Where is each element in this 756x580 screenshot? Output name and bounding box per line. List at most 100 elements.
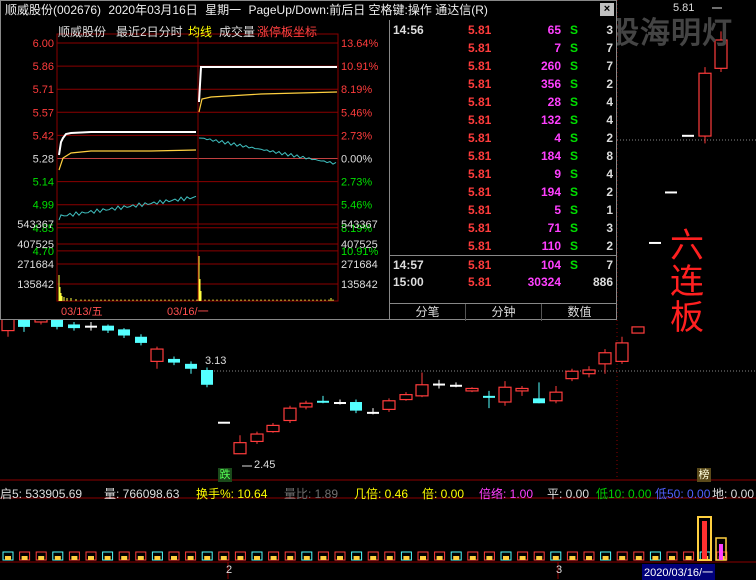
- tick-volume: 5: [554, 203, 561, 217]
- volume-bar-fill: [38, 556, 45, 560]
- tick-count: 7: [606, 258, 613, 272]
- tick-side: S: [570, 258, 579, 272]
- tab-ticks[interactable]: 分笔: [390, 304, 466, 321]
- tick-count: 1: [606, 203, 613, 217]
- volume-bar-fill: [602, 556, 609, 560]
- volume-bar-fill: [5, 556, 11, 560]
- candle-body: [533, 398, 545, 404]
- volume-bar-fill: [403, 556, 410, 560]
- date-label: 03/16/一: [167, 306, 209, 318]
- candle-body: [68, 324, 80, 329]
- axis-label-2: 2: [226, 564, 233, 576]
- six-limit-up-annotation: 六连板: [670, 226, 704, 338]
- tick-price: 5.81: [468, 41, 492, 55]
- candle-body: [350, 402, 362, 411]
- volume-bar-fill: [154, 556, 161, 560]
- candle-body: [450, 384, 462, 387]
- volume-bar-fill: [171, 556, 177, 560]
- candle-body: [682, 134, 694, 137]
- volume-bar-fill: [287, 556, 294, 560]
- pct-tick-label: 2.73%: [341, 130, 372, 142]
- tick-side: S: [570, 77, 579, 91]
- tick-side: S: [570, 221, 579, 235]
- bang-label: 榜: [697, 468, 711, 482]
- candle-body: [565, 370, 579, 380]
- volume-bar-fill: [71, 556, 78, 560]
- jibei-indicator: 几倍: 0.46: [354, 487, 409, 501]
- tick-volume: 28: [547, 95, 561, 109]
- candle-body: [649, 241, 661, 244]
- volume-bar-fill: [104, 556, 111, 560]
- tick-side: S: [570, 95, 579, 109]
- tab-minutes[interactable]: 分钟: [466, 304, 542, 321]
- tick-row: 5.81 9 S 4: [390, 165, 617, 183]
- ping-indicator: 平: 0.00: [547, 487, 590, 501]
- title-hint: PageUp/Down:前后日 空格键:操作 通达信(R): [248, 3, 488, 17]
- volume-bar-fill: [503, 556, 509, 560]
- tick-volume: 30324: [527, 275, 561, 289]
- price-tick-label: 5.57: [33, 107, 54, 119]
- volume-ratio-indicator: 量比: 1.89: [284, 487, 339, 501]
- candle-body: [201, 370, 213, 385]
- candle-body: [465, 387, 479, 392]
- volume-bar-highlight-fill: [702, 521, 707, 559]
- tick-row: 15:00 5.81 30324 886: [390, 273, 617, 291]
- limit-label[interactable]: 涨停板坐标: [257, 23, 317, 40]
- tick-side: S: [570, 149, 579, 163]
- tick-price: 5.81: [468, 113, 492, 127]
- price-tick-label: 5.42: [33, 130, 54, 142]
- intraday-chart[interactable]: 6.00 13.64% 5.86 10.91% 5.71 8.19% 5.57 5.46% 5.…: [1, 20, 389, 320]
- tab-values[interactable]: 数值: [542, 304, 617, 321]
- tick-side: S: [570, 131, 579, 145]
- popup-title-bar[interactable]: 顺威股份(002676) 2020年03月16日 星期一 PageUp/Down…: [1, 1, 616, 19]
- tab-bar: 分笔 分钟 数值: [390, 303, 617, 321]
- candle-body: [233, 442, 247, 455]
- tick-side: S: [570, 113, 579, 127]
- price-tick-label: 6.00: [33, 38, 54, 50]
- volume-bar-fill: [237, 556, 244, 560]
- tick-price: 5.81: [468, 185, 492, 199]
- tick-volume: 184: [540, 149, 561, 163]
- candle-body: [118, 329, 130, 336]
- tick-side: S: [570, 185, 579, 199]
- volume-bar-fill: [54, 556, 61, 560]
- tick-time: 14:57: [393, 258, 424, 272]
- pct-tick-label: 13.64%: [341, 38, 379, 50]
- volume-tick-label: 407525: [17, 239, 54, 251]
- tick-count: 886: [592, 275, 613, 289]
- volume-bar-fill: [436, 556, 443, 560]
- candle-body: [382, 400, 396, 411]
- tick-row: 5.81 132 S 4: [390, 111, 617, 129]
- candle-body: [549, 391, 563, 402]
- tick-list[interactable]: 分笔 分钟 数值 14:56 5.81 65 S 3 5.81 7 S 7 5.81 260 S 7 5.…: [389, 20, 617, 321]
- tick-row: 5.81 4 S 2: [390, 129, 617, 147]
- close-button[interactable]: ×: [600, 3, 614, 16]
- pct-tick-label: 2.73%: [341, 177, 372, 189]
- volume-bar-fill: [619, 556, 626, 560]
- volume-bar-fill: [519, 556, 526, 560]
- candle-body: [317, 400, 329, 403]
- tick-row: 5.81 71 S 3: [390, 219, 617, 237]
- candle-body: [433, 383, 445, 386]
- di-indicator: 地: 0.00: [712, 487, 755, 501]
- stock-name: 顺威股份(002676): [5, 3, 102, 17]
- avg-line-label: 均线: [188, 25, 213, 39]
- title-weekday: 星期一: [205, 3, 242, 17]
- pct-tick-label: 5.46%: [341, 200, 372, 212]
- pct-tick-label: 0.00%: [341, 154, 372, 166]
- tick-count: 8: [606, 149, 613, 163]
- tick-row: 5.81 260 S 7: [390, 57, 617, 75]
- tick-volume: 7: [554, 41, 561, 55]
- tick-count: 2: [606, 239, 613, 253]
- tick-count: 2: [606, 131, 613, 145]
- volume-bar-fill: [370, 556, 377, 560]
- tick-count: 3: [606, 23, 613, 37]
- volume-bar-fill: [552, 556, 559, 560]
- high-mark-label: 3.13: [205, 355, 227, 367]
- bei-indicator: 倍: 0.00: [422, 487, 465, 501]
- volume-bar-fill: [254, 556, 260, 560]
- intraday-popup[interactable]: 顺威股份(002676) 2020年03月16日 星期一 PageUp/Down…: [0, 0, 617, 321]
- tick-time: 14:56: [393, 23, 424, 37]
- candle-body: [415, 384, 429, 397]
- tick-row: 5.81 356 S 2: [390, 75, 617, 93]
